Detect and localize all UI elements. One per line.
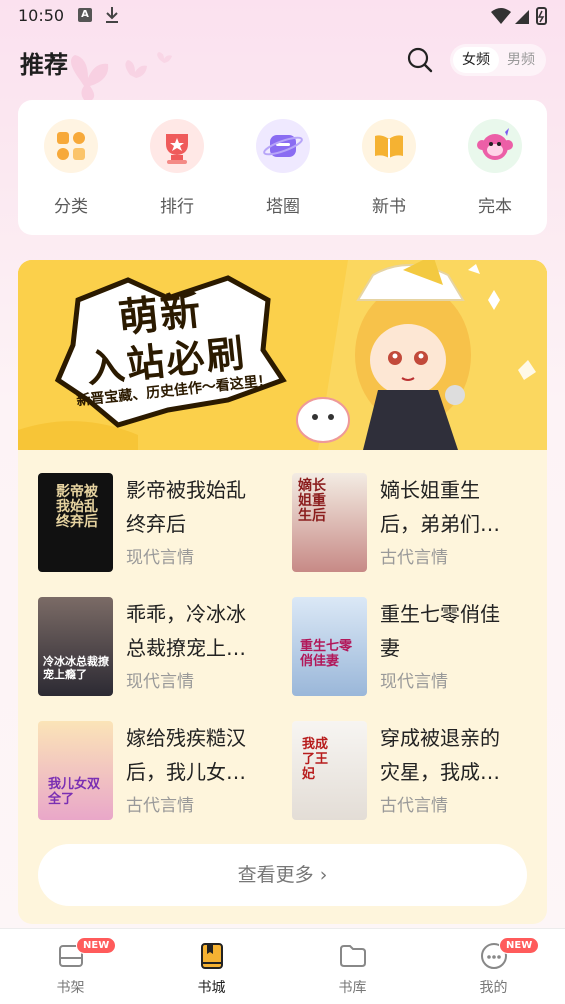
- promo-banner[interactable]: 萌新 入站必刷 新晋宝藏、历史佳作～看这里！: [18, 260, 547, 450]
- book-cover: 影帝被我始乱终弃后: [38, 473, 113, 572]
- book-cover: 冷冰冰总裁撩宠上瘾了: [38, 597, 113, 696]
- book-genre: 古代言情: [380, 548, 448, 568]
- book-cover: 嫡长姐重生后: [292, 473, 367, 572]
- book-cover: 我成了王妃: [292, 721, 367, 820]
- status-time: 10:50: [18, 6, 65, 25]
- category-classify[interactable]: 分类: [18, 112, 124, 228]
- book-item[interactable]: 我儿女双全了 嫁给残疾糙汉 后，我儿女… 古代言情: [38, 721, 288, 821]
- book-genre: 现代言情: [380, 672, 448, 692]
- book-title: 乖乖，冷冰冰 总裁撩宠上…: [126, 602, 246, 660]
- signal-battery-icons: [491, 7, 547, 25]
- book-cover-text: 影帝被我始乱终弃后: [56, 484, 98, 530]
- header: 推荐 女频 男频: [0, 40, 565, 84]
- nav-bookshelf[interactable]: NEW 书架: [0, 929, 141, 1004]
- grid-icon: [44, 119, 98, 173]
- gender-female-tab[interactable]: 女频: [453, 47, 499, 73]
- book-title: 影帝被我始乱 终弃后: [126, 478, 246, 536]
- search-icon[interactable]: [405, 45, 435, 75]
- planet-icon: [256, 119, 310, 173]
- book-item[interactable]: 重生七零俏佳妻 重生七零俏佳 妻 现代言情: [292, 597, 542, 697]
- book-genre: 现代言情: [126, 548, 194, 568]
- gender-male-tab[interactable]: 男频: [498, 47, 544, 73]
- book-title: 嫡长姐重生 后，弟弟们…: [380, 478, 500, 536]
- book-item[interactable]: 嫡长姐重生后 嫡长姐重生 后，弟弟们… 古代言情: [292, 473, 542, 573]
- nav-library[interactable]: 书库: [282, 929, 423, 1004]
- nav-label: 我的: [479, 980, 508, 996]
- page-title: 推荐: [20, 51, 68, 79]
- nav-bookstore[interactable]: 书城: [141, 929, 282, 1004]
- book-title: 重生七零俏佳 妻: [380, 602, 500, 660]
- book-cover-text: 我成了王妃: [302, 737, 329, 782]
- notification-a-icon: A: [78, 8, 92, 22]
- category-label: 完本: [478, 197, 512, 217]
- monkey-icon: [468, 119, 522, 173]
- category-circle[interactable]: 塔圈: [230, 112, 336, 228]
- trophy-icon: [150, 119, 204, 173]
- book-title: 嫁给残疾糙汉 后，我儿女…: [126, 726, 246, 784]
- book-cover-text: 嫡长姐重生后: [298, 478, 326, 524]
- nav-label: 书城: [197, 980, 226, 996]
- nav-profile[interactable]: NEW 我的: [423, 929, 564, 1004]
- status-bar: 10:50 A: [0, 0, 565, 32]
- category-card: 分类 排行 塔圈 新书 完本: [18, 100, 547, 235]
- book-genre: 现代言情: [126, 672, 194, 692]
- book-cover-text: 重生七零俏佳妻: [300, 639, 353, 669]
- gender-toggle[interactable]: 女频 男频: [450, 44, 546, 76]
- book-genre: 古代言情: [380, 796, 448, 816]
- view-more-button[interactable]: 查看更多 ›: [38, 844, 527, 906]
- folder-icon: [340, 945, 366, 967]
- book-genre: 古代言情: [126, 796, 194, 816]
- promo-card: 萌新 入站必刷 新晋宝藏、历史佳作～看这里！ 影帝被我始乱终弃后 影帝被我始乱 …: [18, 260, 547, 924]
- category-ranking[interactable]: 排行: [124, 112, 230, 228]
- book-item[interactable]: 影帝被我始乱终弃后 影帝被我始乱 终弃后 现代言情: [38, 473, 288, 573]
- category-new-books[interactable]: 新书: [336, 112, 442, 228]
- book-cover: 我儿女双全了: [38, 721, 113, 820]
- book-cover: 重生七零俏佳妻: [292, 597, 367, 696]
- book-title: 穿成被退亲的 灾星，我成…: [380, 726, 500, 784]
- bookstore-icon: [201, 943, 223, 969]
- book-item[interactable]: 我成了王妃 穿成被退亲的 灾星，我成… 古代言情: [292, 721, 542, 821]
- book-cover-text: 我儿女双全了: [48, 777, 101, 807]
- nav-label: 书库: [338, 980, 367, 996]
- book-cover-text: 冷冰冰总裁撩宠上瘾了: [43, 655, 109, 681]
- download-icon: [106, 7, 118, 23]
- category-completed[interactable]: 完本: [442, 112, 548, 228]
- book-open-icon: [362, 119, 416, 173]
- category-label: 分类: [54, 197, 88, 217]
- new-badge: NEW: [76, 937, 117, 954]
- bottom-nav: NEW 书架 书城 书库 NEW 我的: [0, 928, 565, 1004]
- category-label: 排行: [160, 197, 194, 217]
- category-label: 塔圈: [266, 197, 300, 217]
- new-badge: NEW: [499, 937, 540, 954]
- book-item[interactable]: 冷冰冰总裁撩宠上瘾了 乖乖，冷冰冰 总裁撩宠上… 现代言情: [38, 597, 288, 697]
- category-label: 新书: [372, 197, 406, 217]
- nav-label: 书架: [56, 980, 85, 996]
